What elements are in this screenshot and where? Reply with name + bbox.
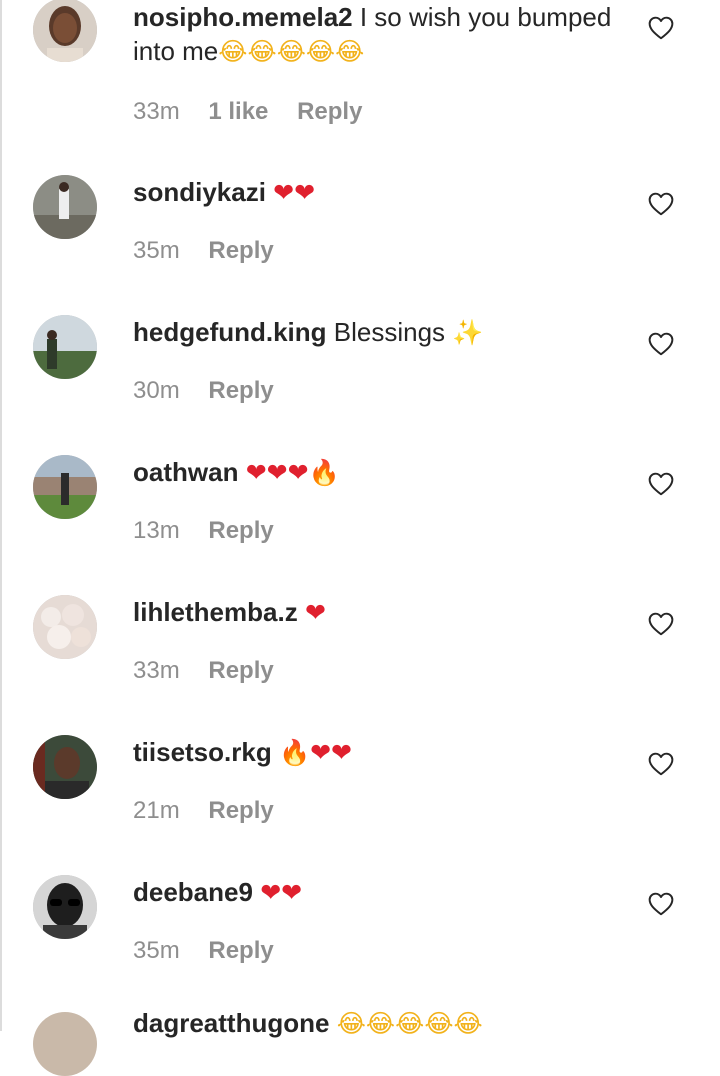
comment-time: 33m — [133, 98, 180, 125]
comment-time: 33m — [133, 657, 180, 684]
comment-item: lihlethemba.z ❤ 33m Reply — [0, 595, 720, 735]
comment-item: tiisetso.rkg 🔥❤❤ 21m Reply — [0, 735, 720, 875]
avatar[interactable] — [33, 175, 97, 239]
comment-username[interactable]: oathwan — [133, 457, 238, 487]
heart-outline-icon — [648, 16, 674, 40]
heart-outline-icon — [648, 892, 674, 916]
avatar[interactable] — [33, 455, 97, 519]
comment-meta: 33m 1 like Reply — [133, 98, 384, 126]
comment-time: 13m — [133, 517, 180, 544]
comment-text: Blessings — [333, 317, 446, 347]
avatar-image — [33, 455, 97, 519]
comment-meta: 30m Reply — [133, 377, 296, 405]
comment-meta: 13m Reply — [133, 517, 296, 545]
comment-username[interactable]: sondiykazi — [133, 177, 266, 207]
partial-comment: dagreatthugone 😂😂😂😂😂 — [133, 1008, 483, 1039]
avatar-image — [33, 875, 97, 939]
heart-emoji: ❤❤ — [260, 878, 303, 907]
heart-emoji: ❤ — [304, 598, 326, 627]
heart-outline-icon — [648, 332, 674, 356]
avatar-image — [33, 735, 97, 799]
like-button[interactable] — [648, 192, 674, 218]
laughing-emoji: 😂😂😂😂😂 — [218, 37, 365, 66]
comment-username[interactable]: lihlethemba.z — [133, 597, 298, 627]
avatar-image — [33, 595, 97, 659]
like-count[interactable]: 1 like — [208, 98, 268, 125]
comment-meta: 21m Reply — [133, 797, 296, 825]
heart-outline-icon — [648, 612, 674, 636]
heart-fire-emoji: ❤❤❤🔥 — [245, 458, 340, 487]
laughing-emoji: 😂😂😂😂😂 — [336, 1009, 483, 1038]
comment-meta: 33m Reply — [133, 657, 296, 685]
avatar[interactable] — [33, 315, 97, 379]
comment-item: sondiykazi ❤❤ 35m Reply — [0, 175, 720, 315]
comment-item: hedgefund.king Blessings ✨ 30m Reply — [0, 315, 720, 455]
like-button[interactable] — [648, 752, 674, 778]
avatar-image — [33, 315, 97, 379]
comment-time: 35m — [133, 237, 180, 264]
comment-time: 35m — [133, 937, 180, 964]
avatar[interactable] — [33, 875, 97, 939]
comment-time: 30m — [133, 377, 180, 404]
comment-username[interactable]: deebane9 — [133, 877, 253, 907]
reply-button[interactable]: Reply — [208, 937, 273, 964]
comment-item: nosipho.memela2 I so wish you bumped int… — [0, 0, 720, 140]
comment-meta: 35m Reply — [133, 237, 296, 265]
comment-time: 21m — [133, 797, 180, 824]
like-button[interactable] — [648, 332, 674, 358]
reply-button[interactable]: Reply — [208, 657, 273, 684]
comment-item: oathwan ❤❤❤🔥 13m Reply — [0, 455, 720, 595]
comment-username[interactable]: dagreatthugone — [133, 1008, 329, 1038]
like-button[interactable] — [648, 472, 674, 498]
avatar[interactable] — [33, 735, 97, 799]
reply-button[interactable]: Reply — [208, 377, 273, 404]
reply-button[interactable]: Reply — [297, 98, 362, 125]
heart-emoji: ❤❤ — [273, 178, 316, 207]
comment-username[interactable]: nosipho.memela2 — [133, 2, 353, 32]
heart-outline-icon — [648, 472, 674, 496]
heart-outline-icon — [648, 752, 674, 776]
reply-button[interactable]: Reply — [208, 797, 273, 824]
avatar[interactable] — [33, 0, 97, 62]
avatar[interactable] — [33, 1012, 97, 1076]
avatar-image — [33, 175, 97, 239]
comment-meta: 35m Reply — [133, 937, 296, 965]
comment-username[interactable]: tiisetso.rkg — [133, 737, 272, 767]
heart-outline-icon — [648, 192, 674, 216]
avatar[interactable] — [33, 595, 97, 659]
fire-heart-emoji: 🔥❤❤ — [278, 738, 352, 767]
reply-button[interactable]: Reply — [208, 237, 273, 264]
reply-button[interactable]: Reply — [208, 517, 273, 544]
avatar-image — [33, 0, 97, 62]
like-button[interactable] — [648, 16, 674, 42]
comment-username[interactable]: hedgefund.king — [133, 317, 327, 347]
comment-item: deebane9 ❤❤ 35m Reply — [0, 875, 720, 1015]
like-button[interactable] — [648, 892, 674, 918]
sparkles-emoji: ✨ — [452, 318, 484, 347]
like-button[interactable] — [648, 612, 674, 638]
